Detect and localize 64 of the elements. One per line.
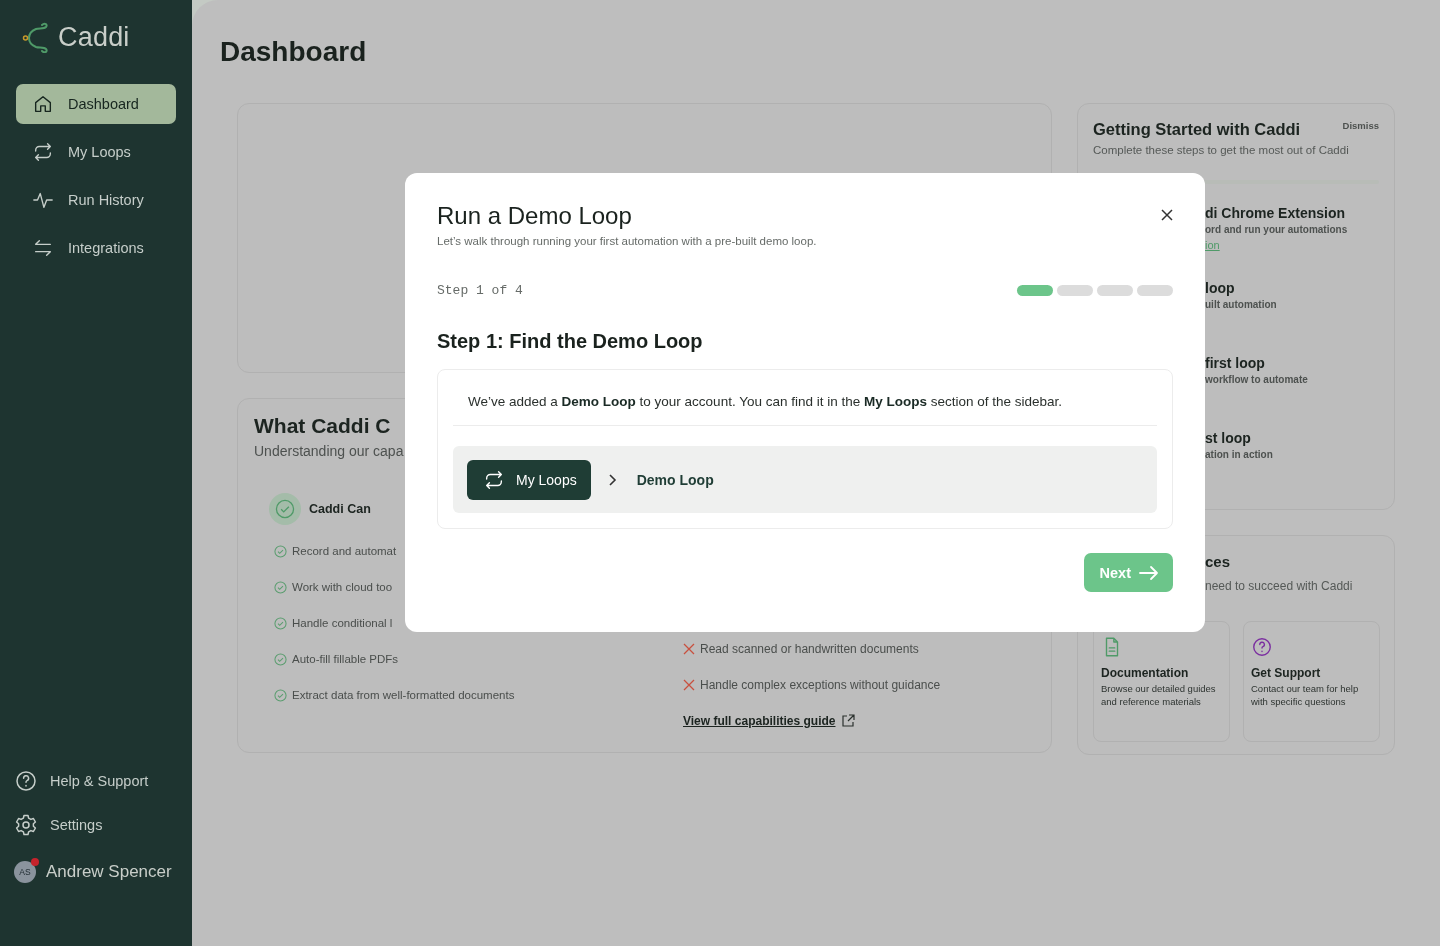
help-icon [14, 769, 38, 793]
nav-item[interactable]: Dashboard [16, 84, 176, 124]
home-icon [32, 93, 54, 115]
step-title: first loop [1205, 354, 1266, 372]
my-loops-button[interactable]: My Loops [467, 459, 591, 500]
capability-text: Handle conditional l [292, 617, 393, 629]
step-title: st loop [1205, 429, 1252, 447]
sidebar-link[interactable]: Help & Support [14, 767, 176, 795]
step-description: ord and run your automations [1205, 224, 1349, 235]
close-icon [1159, 207, 1175, 223]
tile-title: Documentation [1101, 666, 1190, 680]
nav-item[interactable]: My Loops [16, 132, 176, 172]
card-subtitle: Complete these steps to get the most out of Caddi [1093, 144, 1350, 156]
arrows-icon [32, 237, 54, 259]
capability-text: Extract data from well-formatted documents [292, 689, 515, 701]
step-description: workflow to automate [1205, 374, 1309, 385]
loop-icon [483, 468, 505, 491]
check-badge-icon [269, 493, 301, 525]
check-icon [274, 544, 287, 558]
sidebar-link[interactable]: Settings [14, 811, 176, 839]
user-name: Andrew Spencer [46, 862, 172, 882]
capability-text: Work with cloud too [292, 581, 393, 593]
logo-text: Caddi [58, 21, 130, 53]
capability-text: Record and automat [292, 545, 397, 557]
breadcrumb-current: Demo Loop [636, 471, 714, 488]
arrow-right-icon [1139, 564, 1159, 581]
step-heading: Step 1: Find the Demo Loop [437, 329, 704, 354]
dismiss-button[interactable]: Dismiss [1342, 118, 1379, 133]
capabilities-link[interactable]: View full capabilities guide [683, 714, 836, 728]
check-icon [274, 688, 287, 702]
settings-icon [14, 813, 38, 837]
step-description: ation in action [1205, 449, 1274, 460]
page-title: Dashboard [220, 35, 368, 69]
external-link-icon [841, 714, 856, 728]
tile-description: Contact our team for help with specific questions [1251, 682, 1360, 708]
step-description: uilt automation [1205, 299, 1278, 310]
tile-description: Browse our detailed guides and reference materials [1101, 682, 1217, 708]
tile-title: Get Support [1251, 666, 1322, 680]
card-title: What Caddi C [254, 413, 391, 439]
nav-item[interactable]: Integrations [16, 228, 176, 268]
check-icon [274, 616, 287, 630]
card-title: ces [1205, 552, 1231, 572]
step-title: di Chrome Extension [1205, 204, 1347, 222]
column-heading: Caddi Can [309, 502, 371, 516]
user-avatar[interactable]: AS [14, 861, 36, 883]
cross-icon [683, 643, 695, 655]
loop-icon [32, 141, 54, 163]
card-title: Getting Started with Caddi [1093, 119, 1301, 140]
nav-item[interactable]: Run History [16, 180, 176, 220]
cross-icon [683, 679, 695, 691]
check-icon [274, 580, 287, 594]
step-title: loop [1205, 279, 1236, 297]
resource-tile[interactable]: Get Support Contact our team for help with specific questions [1243, 621, 1380, 742]
chevron-icon [606, 472, 617, 487]
instruction-text: We’ve added a Demo Loop to your account. You can find it in the My Loops section of the sidebar. [453, 370, 1157, 426]
limitation-text: Read scanned or handwritten documents [700, 642, 919, 656]
step-counter: Step 1 of 4 [437, 283, 523, 298]
check-icon [274, 652, 287, 666]
limitation-text: Handle complex exceptions without guidance [700, 678, 941, 692]
card-subtitle: Understanding our capa [254, 443, 405, 459]
capability-text: Auto-fill fillable PDFs [292, 653, 399, 665]
modal-subtitle: Let’s walk through running your first automation with a pre-built demo loop. [437, 235, 818, 247]
card-subtitle: need to succeed with Caddi [1205, 579, 1353, 593]
modal-title: Run a Demo Loop [437, 201, 632, 231]
